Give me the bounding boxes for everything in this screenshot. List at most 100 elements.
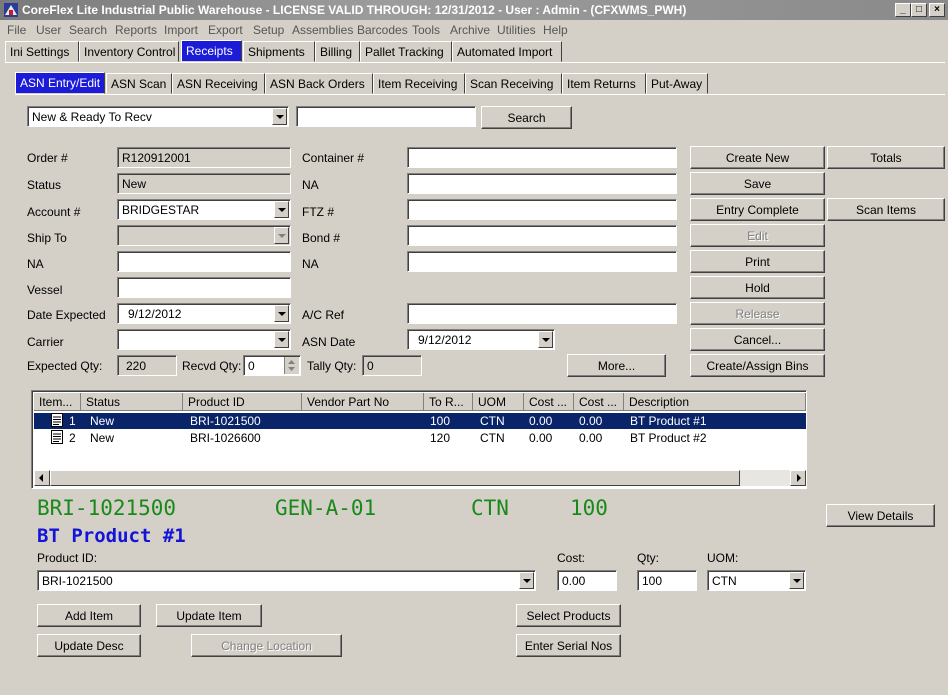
chevron-down-icon[interactable] [274,305,289,322]
add-item-button[interactable]: Add Item [37,604,141,627]
view-details-button[interactable]: View Details [826,504,935,527]
title-bar: CoreFlex Lite Industrial Public Warehous… [0,0,948,20]
tab-asn-entry-edit[interactable]: ASN Entry/Edit [15,72,105,94]
save-button[interactable]: Save [690,172,825,195]
tab-ini-settings[interactable]: Ini Settings [5,41,79,62]
menu-search[interactable]: Search [69,23,107,37]
col-header-cost-2[interactable]: Cost ... [574,393,624,411]
scroll-thumb[interactable] [50,470,740,486]
more-button[interactable]: More... [567,354,666,377]
chevron-down-icon[interactable] [519,572,534,589]
col-header-status[interactable]: Status [81,393,183,411]
uom-select[interactable]: CTN [707,570,806,591]
tab-asn-receiving[interactable]: ASN Receiving [172,73,265,94]
scroll-right-icon[interactable] [790,470,806,486]
create-new-button[interactable]: Create New [690,146,825,169]
na-field-1[interactable] [117,251,291,272]
scan-items-button[interactable]: Scan Items [827,198,945,221]
status-filter-select[interactable]: New & Ready To Recv [27,106,289,127]
menu-file[interactable]: File [7,23,26,37]
tab-scan-receiving[interactable]: Scan Receiving [465,73,562,94]
minimize-button[interactable]: _ [895,3,911,17]
totals-button[interactable]: Totals [827,146,945,169]
select-products-button[interactable]: Select Products [516,604,621,627]
qty-field[interactable]: 100 [637,570,697,591]
date-expected-picker[interactable]: 9/12/2012 [117,303,291,324]
maximize-button[interactable]: □ [911,3,927,17]
chevron-down-icon[interactable] [272,108,287,125]
tab-billing[interactable]: Billing [315,41,360,62]
close-button[interactable]: × [929,3,945,17]
chevron-down-icon [274,227,289,244]
menu-reports[interactable]: Reports [115,23,157,37]
menu-assemblies[interactable]: Assemblies [292,23,353,37]
tab-shipments[interactable]: Shipments [243,41,315,62]
col-header-product-id[interactable]: Product ID [183,393,302,411]
chevron-down-icon[interactable] [274,201,289,218]
col-header-vendor-part-no[interactable]: Vendor Part No [302,393,424,411]
col-header-item[interactable]: Item... [34,393,81,411]
chevron-down-icon[interactable] [789,572,804,589]
cell-uom: CTN [480,431,505,445]
na-field-2[interactable] [407,173,677,194]
vessel-label: Vessel [27,283,63,297]
table-row[interactable]: 2 New BRI-1026600 120 CTN 0.00 0.00 BT P… [34,430,806,446]
horizontal-scrollbar[interactable] [34,470,806,486]
entry-complete-button[interactable]: Entry Complete [690,198,825,221]
tab-pallet-tracking[interactable]: Pallet Tracking [360,41,452,62]
cost-field[interactable]: 0.00 [557,570,617,591]
document-icon [51,430,63,447]
col-header-description[interactable]: Description [624,393,806,411]
vessel-field[interactable] [117,277,291,298]
ftz-label: FTZ # [302,205,334,219]
search-input[interactable] [296,106,476,127]
detail-location: GEN-A-01 [275,496,377,520]
col-header-uom[interactable]: UOM [473,393,524,411]
na-field-3[interactable] [407,251,677,272]
menu-utilities[interactable]: Utilities [497,23,536,37]
table-row[interactable]: 1 New BRI-1021500 100 CTN 0.00 0.00 BT P… [34,413,806,429]
hold-button[interactable]: Hold [690,276,825,299]
update-item-button[interactable]: Update Item [156,604,262,627]
bond-field[interactable] [407,225,677,246]
chevron-down-icon[interactable] [538,331,553,348]
tab-item-receiving[interactable]: Item Receiving [373,73,465,94]
tab-item-returns[interactable]: Item Returns [562,73,646,94]
carrier-select[interactable] [117,329,291,350]
print-button[interactable]: Print [690,250,825,273]
account-select[interactable]: BRIDGESTAR [117,199,291,220]
search-button[interactable]: Search [481,106,572,129]
tab-inventory-control[interactable]: Inventory Control [79,41,179,62]
menu-help[interactable]: Help [543,23,568,37]
container-field[interactable] [407,147,677,168]
ac-ref-label: A/C Ref [302,308,345,322]
product-id-select[interactable]: BRI-1021500 [37,570,536,591]
chevron-down-icon[interactable] [274,331,289,348]
tab-asn-back-orders[interactable]: ASN Back Orders [265,73,373,94]
items-grid[interactable]: Item... Status Product ID Vendor Part No… [31,390,807,489]
col-header-to-recv[interactable]: To R... [424,393,473,411]
menu-barcodes[interactable]: Barcodes [357,23,408,37]
menu-export[interactable]: Export [208,23,243,37]
recvd-qty-stepper[interactable]: 0 [243,355,301,376]
tab-asn-scan[interactable]: ASN Scan [106,73,172,94]
menu-tools[interactable]: Tools [412,23,440,37]
tab-receipts[interactable]: Receipts [181,40,242,62]
tab-automated-import[interactable]: Automated Import [452,41,562,62]
enter-serial-nos-button[interactable]: Enter Serial Nos [516,634,621,657]
cell-cost-2: 0.00 [579,414,603,428]
menu-user[interactable]: User [36,23,61,37]
menu-archive[interactable]: Archive [450,23,490,37]
menu-setup[interactable]: Setup [253,23,284,37]
col-header-cost-1[interactable]: Cost ... [524,393,574,411]
menu-import[interactable]: Import [164,23,198,37]
asn-date-picker[interactable]: 9/12/2012 [407,329,555,350]
create-assign-bins-button[interactable]: Create/Assign Bins [690,354,825,377]
cancel-button[interactable]: Cancel... [690,328,825,351]
spinner-icon[interactable] [284,357,299,374]
ac-ref-field[interactable] [407,303,677,324]
ftz-field[interactable] [407,199,677,220]
tab-put-away[interactable]: Put-Away [646,73,708,94]
update-desc-button[interactable]: Update Desc [37,634,141,657]
scroll-left-icon[interactable] [34,470,50,486]
